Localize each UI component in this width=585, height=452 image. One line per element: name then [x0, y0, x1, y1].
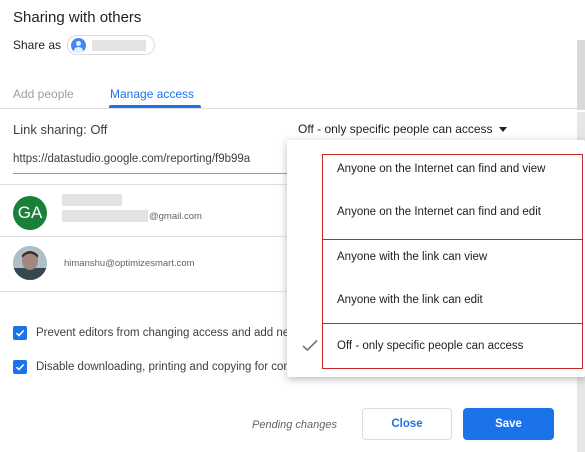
prevent-editors-label: Prevent editors from changing access and… — [36, 327, 290, 339]
link-sharing-selected: Off - only specific people can access — [298, 122, 493, 136]
checkbox-checked-icon[interactable] — [13, 360, 27, 374]
redacted-name — [62, 194, 122, 206]
close-button[interactable]: Close — [362, 408, 452, 440]
chevron-down-icon — [498, 126, 507, 132]
share-url-underline — [13, 173, 288, 174]
person-divider — [0, 236, 290, 237]
share-as-label: Share as — [13, 38, 62, 52]
tab-add-people[interactable]: Add people — [13, 87, 74, 101]
link-sharing-label: Link sharing: Off — [13, 122, 108, 137]
save-button[interactable]: Save — [463, 408, 554, 440]
person-email: himanshu@optimizesmart.com — [64, 258, 195, 269]
link-sharing-dropdown[interactable]: Off - only specific people can access — [298, 122, 507, 136]
dialog-title: Sharing with others — [13, 9, 142, 26]
prevent-editors-option: Prevent editors from changing access and… — [13, 326, 290, 340]
share-url-field[interactable]: https://datastudio.google.com/reporting/… — [13, 153, 283, 165]
account-avatar-icon — [71, 37, 87, 53]
redacted-account-name — [92, 39, 147, 51]
disable-downloading-option: Disable downloading, printing and copyin… — [13, 360, 290, 374]
highlight-divider — [322, 239, 583, 240]
person-divider — [0, 291, 290, 292]
disable-downloading-label: Disable downloading, printing and copyin… — [36, 361, 290, 373]
menu-item-internet-view[interactable]: Anyone on the Internet can find and view — [337, 163, 545, 175]
menu-item-link-edit[interactable]: Anyone with the link can edit — [337, 294, 483, 306]
checkbox-checked-icon[interactable] — [13, 326, 27, 340]
redacted-email-prefix — [62, 210, 148, 222]
share-as-row: Share as — [13, 35, 156, 55]
person-email: @gmail.com — [149, 211, 202, 222]
tab-manage-access[interactable]: Manage access — [110, 87, 194, 101]
avatar — [13, 246, 47, 280]
background-edge — [577, 40, 585, 110]
menu-item-link-view[interactable]: Anyone with the link can view — [337, 251, 487, 263]
highlight-divider — [322, 323, 583, 324]
check-icon — [302, 339, 318, 357]
section-divider — [0, 184, 290, 185]
menu-item-off[interactable]: Off - only specific people can access — [337, 340, 523, 352]
menu-item-internet-edit[interactable]: Anyone on the Internet can find and edit — [337, 206, 541, 218]
pending-changes-text: Pending changes — [252, 419, 338, 431]
share-as-account-chip[interactable] — [67, 35, 156, 55]
avatar: GA — [13, 196, 47, 230]
tabs-divider — [0, 108, 577, 109]
